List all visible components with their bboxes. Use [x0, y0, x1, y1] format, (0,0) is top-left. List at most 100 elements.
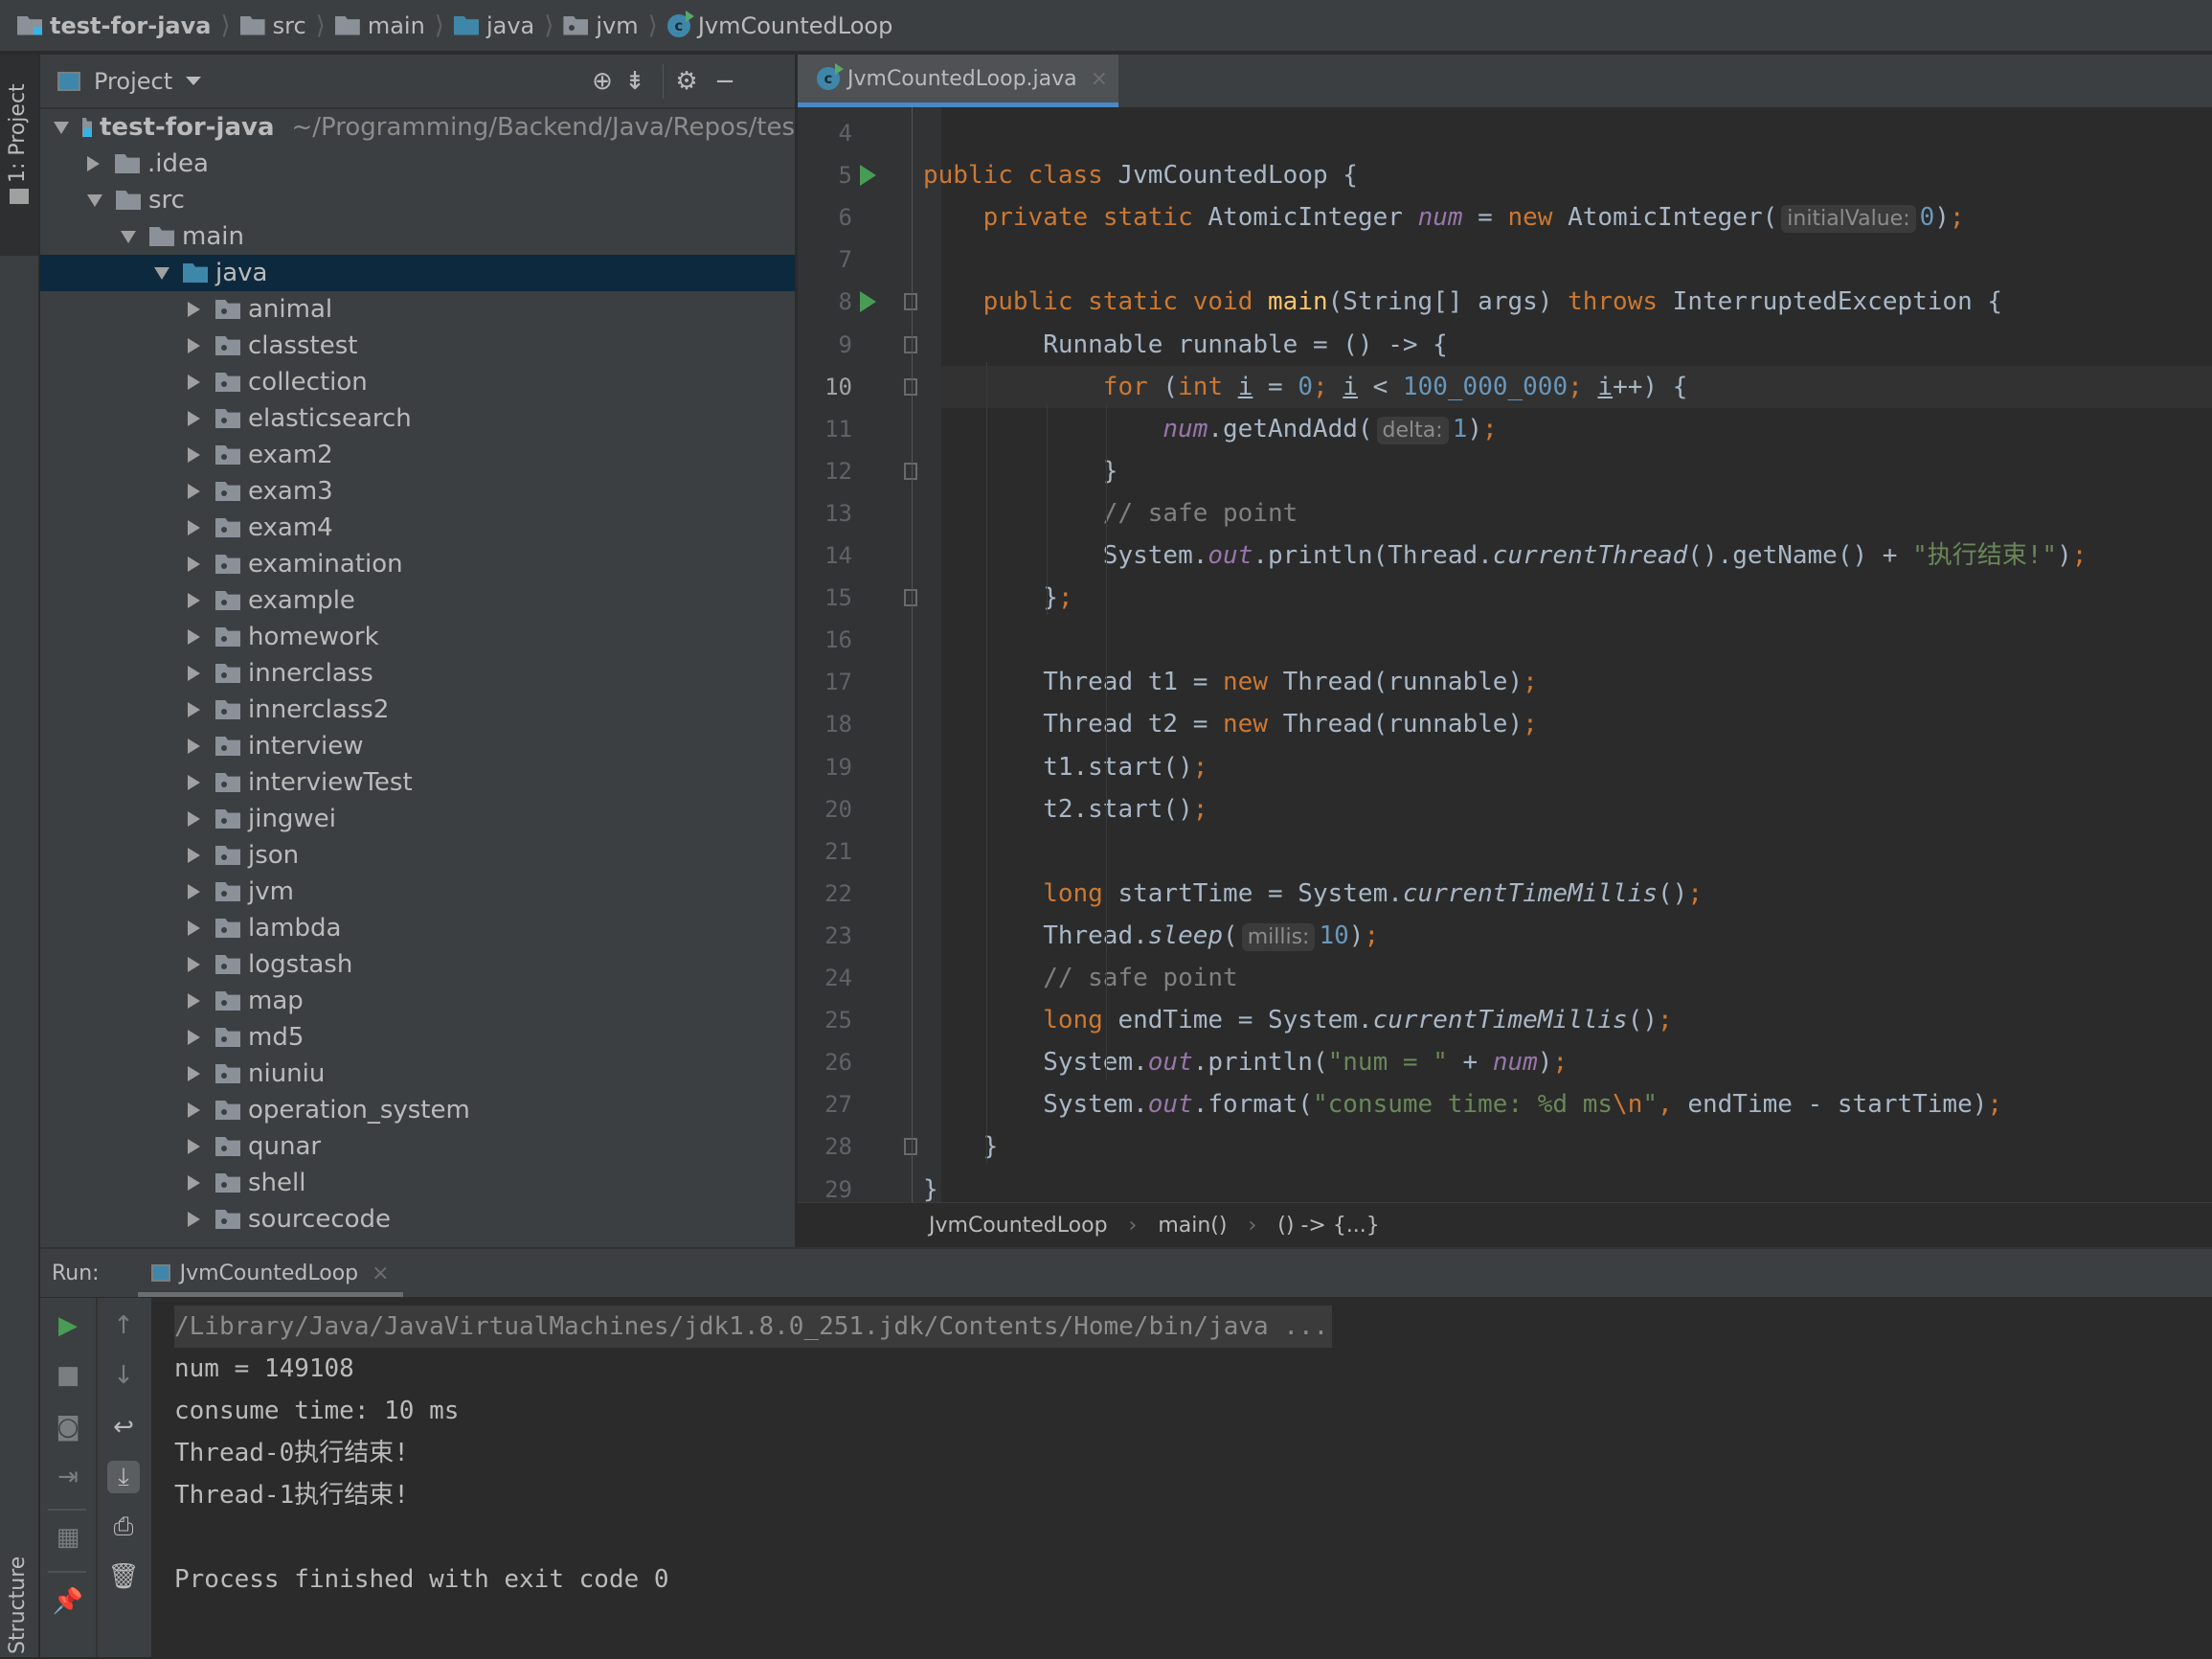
collapsed-arrow-icon[interactable] — [188, 411, 200, 426]
fold-marker-icon[interactable] — [904, 462, 917, 480]
breadcrumb-item-java[interactable]: java — [453, 12, 534, 39]
breadcrumb-item-src[interactable]: src — [239, 12, 306, 39]
tree-item-elasticsearch[interactable]: elasticsearch — [40, 400, 795, 437]
tree-item-niuniu[interactable]: niuniu — [40, 1056, 795, 1092]
collapsed-arrow-icon[interactable] — [188, 1175, 200, 1191]
editor-breadcrumb-item[interactable]: JvmCountedLoop — [929, 1214, 1108, 1238]
gear-icon[interactable]: ⚙ — [672, 67, 701, 96]
tree-item-exam4[interactable]: exam4 — [40, 510, 795, 546]
collapsed-arrow-icon[interactable] — [188, 447, 200, 463]
hide-panel-icon[interactable]: − — [711, 67, 739, 96]
expanded-arrow-icon[interactable] — [154, 266, 169, 280]
tree-item-collection[interactable]: collection — [40, 364, 795, 400]
close-icon[interactable]: × — [1091, 67, 1108, 91]
expanded-arrow-icon[interactable] — [121, 230, 136, 243]
collapsed-arrow-icon[interactable] — [188, 484, 200, 499]
editor-breadcrumb-item[interactable]: () -> {...} — [1277, 1214, 1380, 1238]
tree-item-innerclass2[interactable]: innerclass2 — [40, 692, 795, 728]
collapsed-arrow-icon[interactable] — [188, 520, 200, 535]
console-output[interactable]: /Library/Java/JavaVirtualMachines/jdk1.8… — [153, 1298, 2212, 1657]
collapsed-arrow-icon[interactable] — [188, 302, 200, 317]
collapsed-arrow-icon[interactable] — [188, 629, 200, 645]
tree-item-homework[interactable]: homework — [40, 619, 795, 655]
breadcrumb-item-jvmcountedloop[interactable]: c JvmCountedLoop — [666, 10, 892, 39]
chevron-down-icon[interactable] — [186, 77, 202, 85]
run-gutter-icon[interactable] — [860, 165, 876, 187]
tree-item-qunar[interactable]: qunar — [40, 1128, 795, 1165]
collapsed-arrow-icon[interactable] — [188, 775, 200, 790]
tree-item-classtest[interactable]: classtest — [40, 328, 795, 364]
close-icon[interactable]: × — [372, 1261, 389, 1285]
stop-icon[interactable]: ■ — [52, 1359, 84, 1392]
tree-item-shell[interactable]: shell — [40, 1165, 795, 1201]
tab-jvmcountedloop-java[interactable]: c JvmCountedLoop.java × — [798, 55, 1118, 107]
tree-item-jingwei[interactable]: jingwei — [40, 801, 795, 837]
collapse-all-icon[interactable]: ⇟ — [621, 67, 649, 96]
locate-file-icon[interactable]: ⊕ — [588, 67, 617, 96]
tree-item-exam2[interactable]: exam2 — [40, 437, 795, 473]
trash-icon[interactable]: 🗑 — [107, 1560, 140, 1593]
collapsed-arrow-icon[interactable] — [188, 1212, 200, 1227]
rerun-icon[interactable]: ▶ — [52, 1309, 84, 1342]
collapsed-arrow-icon[interactable] — [188, 1066, 200, 1081]
fold-marker-icon[interactable] — [904, 589, 917, 607]
camera-icon[interactable]: ◙ — [52, 1411, 84, 1443]
collapsed-arrow-icon[interactable] — [188, 993, 200, 1009]
fold-marker-icon[interactable] — [904, 335, 917, 353]
tree-item-json[interactable]: json — [40, 837, 795, 874]
tree-item-md5[interactable]: md5 — [40, 1019, 795, 1056]
tree-item--idea[interactable]: .idea — [40, 146, 795, 182]
tree-item-interviewtest[interactable]: interviewTest — [40, 764, 795, 801]
fold-marker-icon[interactable] — [904, 1138, 917, 1156]
layout-icon[interactable]: ▦ — [52, 1521, 84, 1554]
tree-item-operation-system[interactable]: operation_system — [40, 1092, 795, 1128]
tree-item-java[interactable]: java — [40, 255, 795, 291]
breadcrumb-item-main[interactable]: main — [334, 12, 425, 39]
fold-marker-icon[interactable] — [904, 293, 917, 311]
tree-item-animal[interactable]: animal — [40, 291, 795, 328]
tree-item-map[interactable]: map — [40, 983, 795, 1019]
collapsed-arrow-icon[interactable] — [188, 1102, 200, 1118]
tree-item-sourcecode[interactable]: sourcecode — [40, 1201, 795, 1238]
arrow-up-icon[interactable]: ↑ — [107, 1309, 140, 1342]
tree-item-main[interactable]: main — [40, 218, 795, 255]
collapsed-arrow-icon[interactable] — [188, 557, 200, 572]
run-tab-jvmcountedloop[interactable]: JvmCountedLoop × — [137, 1249, 403, 1297]
print-icon[interactable]: ⎙ — [107, 1511, 140, 1543]
structure-tool-window-button[interactable]: Structure — [6, 1520, 30, 1654]
collapsed-arrow-icon[interactable] — [188, 375, 200, 390]
arrow-down-icon[interactable]: ↓ — [107, 1359, 140, 1392]
collapsed-arrow-icon[interactable] — [188, 1139, 200, 1154]
collapsed-arrow-icon[interactable] — [87, 156, 100, 171]
scroll-to-end-icon[interactable]: ⤓ — [107, 1461, 140, 1493]
breadcrumb-item-jvm[interactable]: jvm — [563, 12, 639, 39]
project-tool-window-button[interactable]: 1: Project — [0, 55, 38, 256]
fold-marker-icon[interactable] — [904, 377, 917, 396]
collapsed-arrow-icon[interactable] — [188, 338, 200, 353]
project-view-selector[interactable]: Project — [94, 68, 172, 95]
soft-wrap-icon[interactable]: ↩ — [107, 1411, 140, 1443]
run-gutter-icon[interactable] — [860, 291, 876, 313]
breadcrumb-item-test-for-java[interactable]: test-for-java — [17, 12, 211, 39]
collapsed-arrow-icon[interactable] — [188, 920, 200, 936]
collapsed-arrow-icon[interactable] — [188, 1030, 200, 1045]
tree-item-interview[interactable]: interview — [40, 728, 795, 764]
collapsed-arrow-icon[interactable] — [188, 848, 200, 863]
tree-item-logstash[interactable]: logstash — [40, 946, 795, 983]
tree-item-innerclass[interactable]: innerclass — [40, 655, 795, 692]
collapsed-arrow-icon[interactable] — [188, 702, 200, 717]
expanded-arrow-icon[interactable] — [87, 193, 102, 207]
collapsed-arrow-icon[interactable] — [188, 884, 200, 899]
tree-item-exam3[interactable]: exam3 — [40, 473, 795, 510]
tree-item-example[interactable]: example — [40, 582, 795, 619]
editor-breadcrumb-item[interactable]: main() — [1158, 1214, 1227, 1238]
collapsed-arrow-icon[interactable] — [188, 957, 200, 972]
tree-item-examination[interactable]: examination — [40, 546, 795, 582]
collapsed-arrow-icon[interactable] — [188, 666, 200, 681]
tree-item-lambda[interactable]: lambda — [40, 910, 795, 946]
collapsed-arrow-icon[interactable] — [188, 739, 200, 754]
restore-layout-icon[interactable]: ⇥ — [52, 1461, 84, 1493]
collapsed-arrow-icon[interactable] — [188, 593, 200, 608]
pin-icon[interactable]: 📌 — [52, 1585, 84, 1618]
collapsed-arrow-icon[interactable] — [188, 811, 200, 827]
